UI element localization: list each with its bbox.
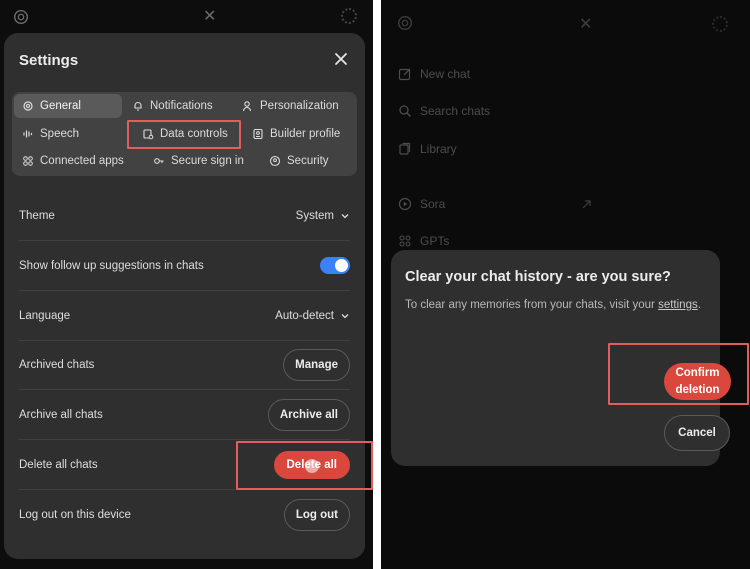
tab-label: General bbox=[40, 100, 81, 112]
waveform-icon bbox=[23, 130, 33, 138]
delete-all-chats-label: Delete all chats bbox=[19, 458, 98, 471]
close-icon[interactable] bbox=[333, 51, 349, 67]
language-row: Language Auto-detect bbox=[19, 291, 350, 341]
log-out-button[interactable]: Log out bbox=[283, 499, 350, 531]
right-phone-screen: ✕ New chat Search chats Library Sora GPT… bbox=[381, 0, 750, 569]
archive-all-button[interactable]: Archive all bbox=[267, 398, 350, 431]
tab-notifications[interactable]: Notifications bbox=[124, 94, 221, 118]
dialog-title: Clear your chat history - are you sure? bbox=[405, 269, 671, 285]
archive-all-chats-row: Archive all chats Archive all bbox=[19, 390, 350, 440]
archived-chats-row: Archived chats Manage bbox=[19, 340, 350, 390]
log-out-row: Log out on this device Log out bbox=[19, 490, 350, 540]
follow-up-suggestions-toggle[interactable] bbox=[320, 257, 350, 274]
tab-secure-sign-in[interactable]: Secure sign in bbox=[145, 149, 252, 173]
openai-logo-icon bbox=[13, 9, 29, 25]
data-controls-highlight bbox=[127, 120, 241, 149]
log-out-label: Log out on this device bbox=[19, 509, 131, 521]
person-icon bbox=[242, 101, 252, 112]
dialog-message-end: . bbox=[697, 299, 701, 311]
cancel-button[interactable]: Cancel bbox=[664, 415, 730, 451]
key-icon bbox=[154, 158, 164, 164]
archived-chats-label: Archived chats bbox=[19, 358, 95, 371]
tab-label: Personalization bbox=[260, 100, 339, 112]
tab-general[interactable]: General bbox=[14, 94, 122, 118]
follow-up-suggestions-row: Show follow up suggestions in chats bbox=[19, 241, 350, 291]
theme-dropdown[interactable]: System bbox=[296, 210, 350, 222]
left-phone-screen: ✕ Settings General Notifications Persona… bbox=[0, 0, 373, 569]
archive-all-chats-label: Archive all chats bbox=[19, 408, 103, 421]
settings-link[interactable]: settings bbox=[658, 299, 698, 311]
delete-all-highlight bbox=[236, 441, 373, 490]
tab-label: Security bbox=[287, 155, 329, 167]
apps-grid-icon bbox=[23, 156, 33, 166]
manage-button[interactable]: Manage bbox=[283, 348, 350, 381]
chevron-down-icon bbox=[341, 213, 349, 218]
tab-builder-profile[interactable]: Builder profile bbox=[244, 122, 348, 146]
shield-icon bbox=[269, 155, 281, 167]
top-bar: ✕ bbox=[0, 0, 373, 34]
tab-label: Speech bbox=[40, 128, 80, 140]
settings-title: Settings bbox=[19, 52, 79, 69]
tab-personalization[interactable]: Personalization bbox=[234, 94, 347, 118]
confirm-deletion-highlight bbox=[608, 343, 749, 405]
id-card-icon bbox=[253, 128, 263, 140]
language-dropdown[interactable]: Auto-detect bbox=[275, 310, 350, 322]
tab-speech[interactable]: Speech bbox=[14, 122, 87, 146]
tab-label: Connected apps bbox=[40, 155, 124, 167]
language-label: Language bbox=[19, 309, 71, 322]
tab-connected-apps[interactable]: Connected apps bbox=[14, 149, 132, 173]
dialog-message-text: To clear any memories from your chats, v… bbox=[405, 299, 655, 311]
chevron-down-icon bbox=[341, 313, 349, 318]
bell-icon bbox=[134, 102, 142, 111]
language-value: Auto-detect bbox=[275, 309, 334, 322]
tab-label: Notifications bbox=[150, 100, 213, 112]
tab-label: Secure sign in bbox=[171, 155, 244, 167]
tab-label: Builder profile bbox=[270, 128, 341, 140]
follow-up-suggestions-label: Show follow up suggestions in chats bbox=[19, 259, 204, 272]
gear-icon bbox=[23, 101, 33, 111]
tab-security[interactable]: Security bbox=[261, 149, 337, 173]
theme-value: System bbox=[295, 209, 334, 222]
temporary-chat-icon[interactable] bbox=[341, 8, 357, 24]
theme-row: Theme System bbox=[19, 191, 350, 241]
close-icon[interactable]: ✕ bbox=[203, 6, 216, 26]
dialog-message: To clear any memories from your chats, v… bbox=[405, 296, 705, 314]
theme-label: Theme bbox=[19, 209, 55, 222]
